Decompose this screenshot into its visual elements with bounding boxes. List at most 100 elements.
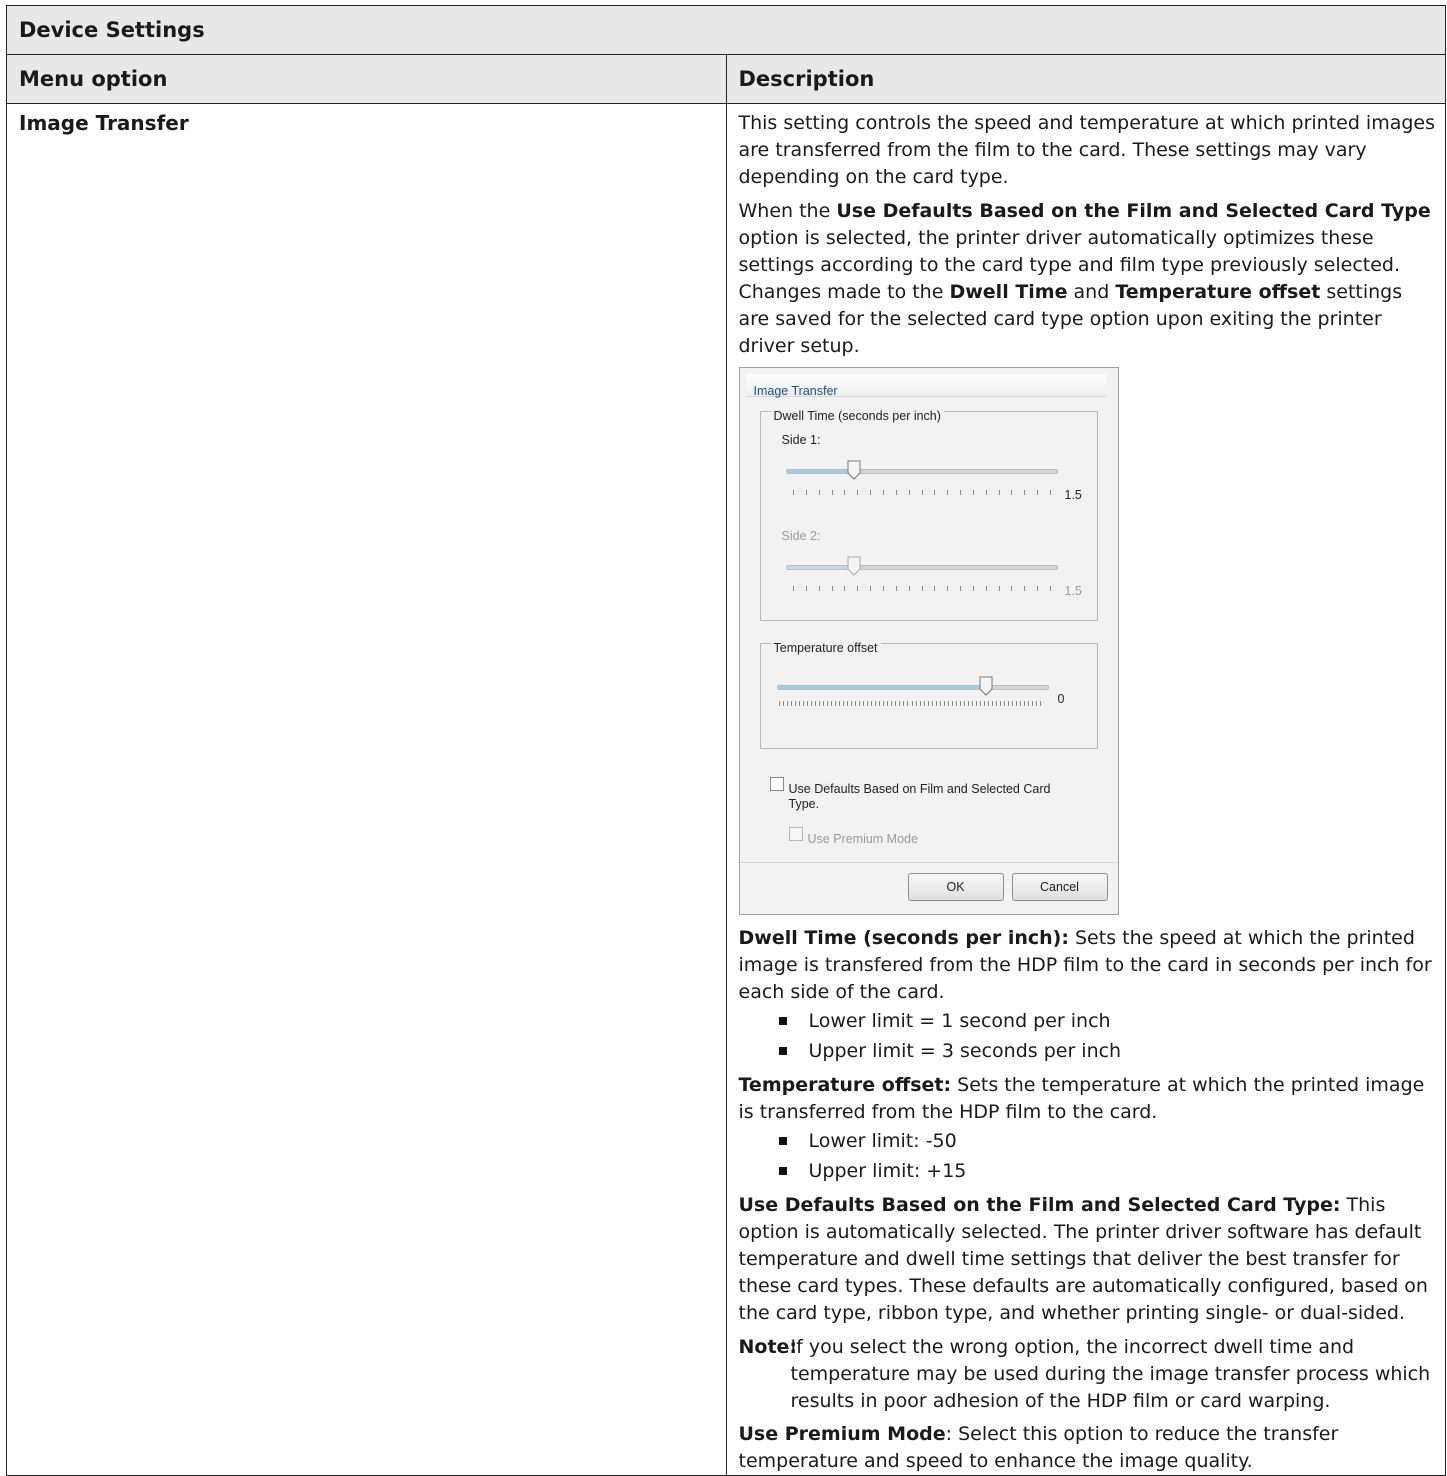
slider-tick <box>846 701 848 706</box>
slider-tick <box>866 701 868 706</box>
slider-tick <box>854 701 856 706</box>
slider-tick <box>790 701 792 706</box>
slider-tick <box>869 490 871 495</box>
side1-slider-ticks <box>792 490 1051 495</box>
slider-tick <box>805 490 807 495</box>
slider-tick <box>882 490 884 495</box>
premium-mode-label: Use Premium Mode <box>807 832 918 846</box>
cancel-button[interactable]: Cancel <box>1011 873 1108 901</box>
slider-tick <box>915 701 917 706</box>
slider-tick <box>1007 701 1009 706</box>
slider-tick <box>882 586 884 591</box>
slider-tick <box>831 586 833 591</box>
page: Device Settings Menu option Description … <box>0 0 1447 1476</box>
premium-mode-paragraph: Use Premium Mode: Select this option to … <box>738 1423 1339 1472</box>
slider-tick <box>999 701 1001 706</box>
side2-value: 1.5 <box>1064 584 1082 598</box>
side1-slider-thumb[interactable] <box>847 460 861 480</box>
slider-tick <box>959 701 961 706</box>
slider-tick <box>1023 490 1025 495</box>
slider-tick <box>831 490 833 495</box>
side1-slider-fill <box>786 470 854 473</box>
slider-tick <box>862 701 864 706</box>
temperature-slider-track[interactable] <box>776 685 1049 690</box>
slider-tick <box>890 701 892 706</box>
slider-tick <box>850 701 852 706</box>
slider-tick <box>1011 701 1013 706</box>
slider-tick <box>946 586 948 591</box>
temperature-value: 0 <box>1057 692 1065 706</box>
slider-tick <box>955 701 957 706</box>
side2-slider-ticks <box>792 586 1051 591</box>
list-item: Lower limit: -50 <box>765 1126 1436 1156</box>
temperature-slider-thumb[interactable] <box>979 676 993 696</box>
dialog-separator <box>739 862 1118 863</box>
note-label: Note: <box>738 1336 798 1358</box>
slider-tick <box>998 586 1000 591</box>
slider-tick <box>792 586 794 591</box>
temperature-slider-ticks <box>778 701 1041 706</box>
slider-tick <box>1023 701 1025 706</box>
slider-tick <box>959 586 961 591</box>
slider-tick <box>1036 586 1038 591</box>
slider-tick <box>843 586 845 591</box>
temperature-offset-group: Temperature offset 0 <box>759 635 1098 749</box>
slider-tick <box>998 490 1000 495</box>
use-defaults-label-line2: Type. <box>788 797 820 811</box>
slider-tick <box>959 490 961 495</box>
slider-tick <box>886 701 888 706</box>
side2-label: Side 2: <box>781 529 821 543</box>
slider-tick <box>818 701 820 706</box>
slider-tick <box>902 701 904 706</box>
slider-tick <box>1010 586 1012 591</box>
description-cell: This setting controls the speed and temp… <box>725 103 1446 1476</box>
slider-tick <box>798 701 800 706</box>
slider-tick <box>782 701 784 706</box>
slider-tick <box>1015 701 1017 706</box>
slider-tick <box>911 701 913 706</box>
dwell-time-paragraph: Dwell Time (seconds per inch): Sets the … <box>738 927 1432 1003</box>
device-settings-table: Device Settings Menu option Description … <box>6 5 1446 1476</box>
slider-tick <box>963 701 965 706</box>
slider-tick <box>931 701 933 706</box>
use-defaults-paragraph: Use Defaults Based on the Film and Selec… <box>738 1194 1428 1324</box>
slider-tick <box>919 701 921 706</box>
slider-tick <box>985 586 987 591</box>
slider-tick <box>947 701 949 706</box>
ok-button[interactable]: OK <box>907 873 1004 901</box>
slider-tick <box>1049 586 1051 591</box>
slider-tick <box>858 701 860 706</box>
slider-tick <box>874 701 876 706</box>
defaults-paragraph: When the Use Defaults Based on the Film … <box>738 200 1431 357</box>
slider-tick <box>967 701 969 706</box>
temperature-offset-paragraph: Temperature offset: Sets the temperature… <box>738 1074 1425 1123</box>
premium-mode-checkbox[interactable] <box>788 827 803 841</box>
slider-tick <box>985 490 987 495</box>
slider-tick <box>991 701 993 706</box>
side2-slider-track[interactable] <box>785 565 1058 570</box>
slider-tick <box>794 701 796 706</box>
slider-tick <box>921 490 923 495</box>
slider-tick <box>1019 701 1021 706</box>
slider-tick <box>951 701 953 706</box>
slider-tick <box>943 701 945 706</box>
slider-tick <box>1010 490 1012 495</box>
slider-tick <box>987 701 989 706</box>
list-item: Upper limit = 3 seconds per inch <box>765 1036 1436 1066</box>
side2-slider-thumb[interactable] <box>847 556 861 576</box>
slider-tick <box>939 701 941 706</box>
side1-slider-track[interactable] <box>785 469 1058 474</box>
slider-tick <box>838 701 840 706</box>
use-defaults-checkbox[interactable] <box>769 777 784 791</box>
slider-tick <box>972 490 974 495</box>
slider-tick <box>806 701 808 706</box>
slider-tick <box>830 701 832 706</box>
use-defaults-label-line1: Use Defaults Based on Film and Selected … <box>788 782 1051 796</box>
dialog-title-bar: Image Transfer <box>745 374 1106 398</box>
slider-tick <box>1031 701 1033 706</box>
dialog-title: Image Transfer <box>753 384 838 398</box>
slider-tick <box>923 701 925 706</box>
slider-tick <box>786 701 788 706</box>
slider-tick <box>1036 490 1038 495</box>
slider-tick <box>1035 701 1037 706</box>
